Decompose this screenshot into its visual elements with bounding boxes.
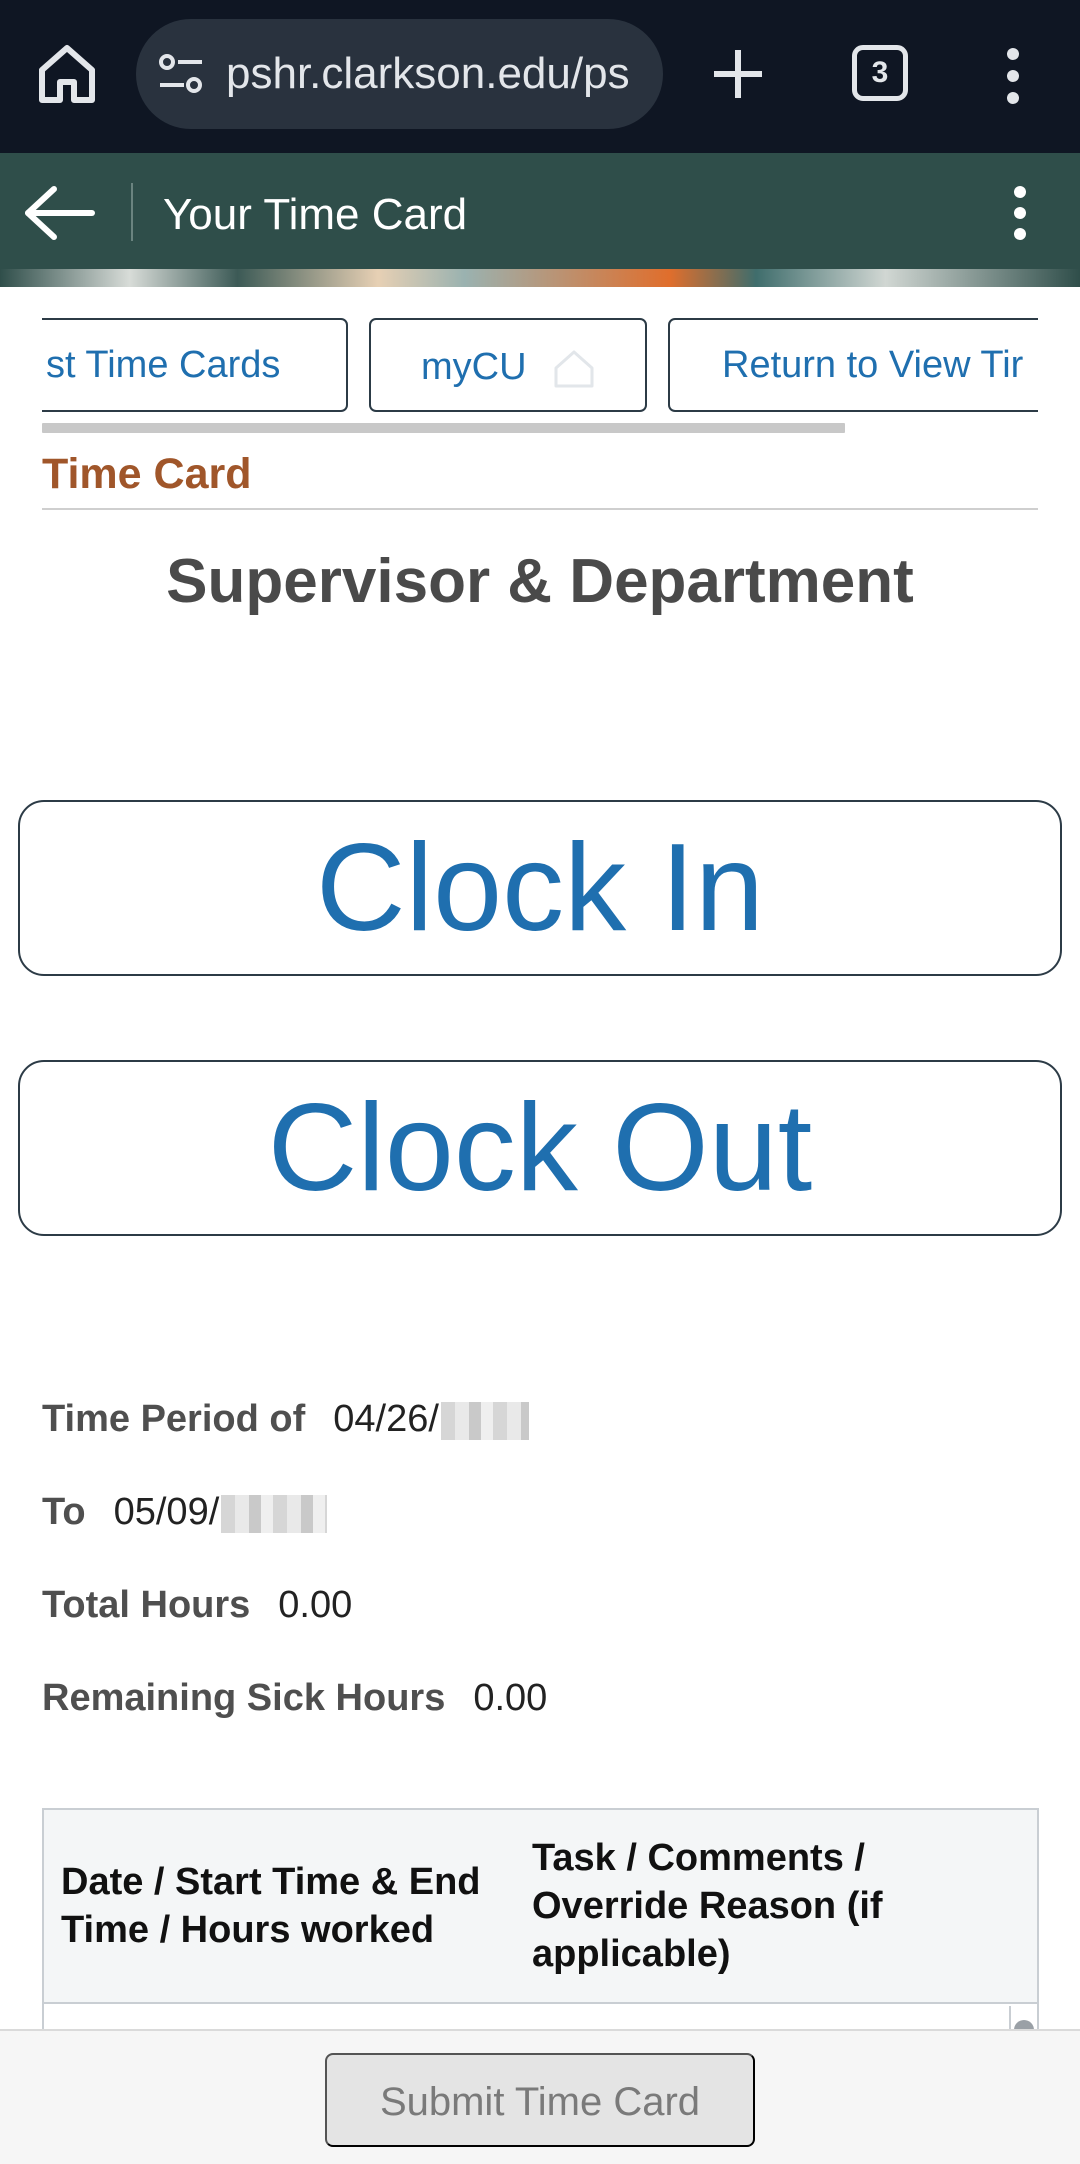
clock-in-button[interactable]: Clock In	[18, 800, 1062, 976]
tab-list-time-cards[interactable]: st Time Cards	[42, 318, 348, 412]
tab-mycu[interactable]: myCU	[369, 318, 647, 412]
to-label: To	[42, 1491, 86, 1533]
tab-label: Return to View Tir	[722, 344, 1024, 386]
tune-icon[interactable]	[158, 53, 204, 95]
supervisor-heading: Supervisor & Department	[166, 547, 914, 616]
arrow-left-icon[interactable]	[22, 183, 96, 243]
submit-time-card-button[interactable]: Submit Time Card	[325, 2053, 755, 2147]
plus-icon[interactable]	[708, 44, 768, 104]
nav-tab-strip: st Time Cards myCU Return to View Tir	[42, 318, 1038, 412]
sick-hours-row: Remaining Sick Hours 0.00	[42, 1677, 547, 1720]
more-vert-icon[interactable]	[998, 46, 1028, 106]
to-value: 05/09/	[113, 1491, 220, 1533]
address-bar[interactable]: pshr.clarkson.edu/ps	[136, 19, 663, 129]
tab-switcher-button[interactable]: 3	[852, 45, 908, 101]
header-divider	[131, 183, 133, 241]
footer-bar: Submit Time Card	[0, 2029, 1080, 2164]
sick-hours-value: 0.00	[473, 1677, 548, 1719]
app-header: Your Time Card	[0, 153, 1080, 287]
tab-strip-scrollbar[interactable]	[42, 423, 845, 433]
time-period-label: Time Period of	[42, 1398, 306, 1440]
time-period-row: Time Period of 04/26/	[42, 1398, 529, 1441]
column-header: Task / Comments / Override Reason (if ap…	[532, 1837, 883, 1975]
tab-return-to-view[interactable]: Return to View Tir	[668, 318, 1038, 412]
divider	[42, 508, 1038, 510]
page-title: Your Time Card	[163, 190, 468, 239]
clock-out-button[interactable]: Clock Out	[18, 1060, 1062, 1236]
section-label: Time Card	[42, 450, 252, 498]
column-header: Date / Start Time & End Time / Hours wor…	[61, 1861, 481, 1951]
to-row: To 05/09/	[42, 1491, 328, 1534]
home-icon[interactable]	[34, 40, 100, 106]
sick-hours-label: Remaining Sick Hours	[42, 1677, 446, 1719]
time-period-value: 04/26/	[333, 1398, 439, 1440]
total-hours-label: Total Hours	[42, 1584, 251, 1626]
total-hours-value: 0.00	[278, 1584, 353, 1626]
redacted-year	[221, 1494, 328, 1533]
total-hours-row: Total Hours 0.00	[42, 1584, 352, 1627]
redacted-year	[440, 1401, 529, 1440]
tab-label: myCU	[421, 346, 527, 388]
browser-toolbar: pshr.clarkson.edu/ps 3	[0, 0, 1080, 153]
header-banner-image	[0, 269, 1080, 287]
more-vert-icon[interactable]	[1006, 183, 1034, 243]
tab-label: st Time Cards	[46, 344, 281, 386]
url-text: pshr.clarkson.edu/ps	[226, 49, 630, 98]
house-icon	[551, 348, 597, 390]
table-header: Date / Start Time & End Time / Hours wor…	[44, 1810, 1037, 2004]
